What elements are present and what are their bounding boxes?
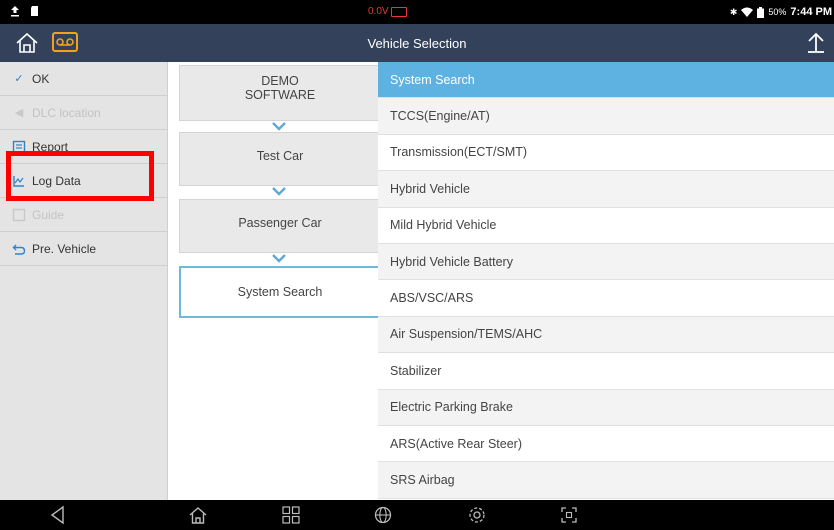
- menu-item-label: OK: [32, 71, 50, 86]
- highlight-box: [6, 151, 154, 201]
- breadcrumb-item-test-car[interactable]: Test Car: [179, 132, 381, 186]
- list-item[interactable]: Hybrid Vehicle: [378, 171, 834, 208]
- system-list: System Search TCCS(Engine/AT) Transmissi…: [378, 62, 834, 500]
- car-battery-icon: [390, 6, 407, 17]
- left-menu: ✓ OK ◀ DLC location Report Log Data Guid…: [0, 62, 168, 500]
- apps-grid-icon[interactable]: [281, 505, 301, 525]
- chevron-down-icon: [272, 254, 286, 263]
- list-item[interactable]: SRS Airbag: [378, 462, 834, 499]
- page-title: Vehicle Selection: [367, 36, 467, 51]
- bluetooth-icon: ✱: [729, 6, 738, 17]
- voltage-readout: 0.0V: [368, 6, 389, 17]
- breadcrumb-item-passenger-car[interactable]: Passenger Car: [179, 199, 381, 253]
- list-item[interactable]: ABS/VSC/ARS: [378, 280, 834, 317]
- breadcrumb: DEMO SOFTWARE Test Car Passenger Car Sys…: [168, 62, 381, 500]
- menu-item-label: DLC location: [32, 105, 101, 120]
- menu-item-label: Guide: [32, 207, 65, 222]
- status-bar: 0.0V ✱ 50% 7:44 PM: [0, 0, 834, 24]
- menu-item-pre-vehicle[interactable]: Pre. Vehicle: [0, 232, 167, 266]
- settings-gear-icon[interactable]: [467, 505, 487, 525]
- guide-icon: [12, 208, 26, 221]
- home-icon[interactable]: [188, 505, 208, 525]
- back-icon[interactable]: [48, 505, 68, 525]
- globe-icon[interactable]: [373, 505, 393, 525]
- upload-icon[interactable]: [804, 30, 828, 56]
- upload-notification-icon: [11, 6, 19, 17]
- clock: 7:44 PM: [790, 6, 832, 18]
- list-item[interactable]: System Search: [378, 62, 834, 99]
- wifi-icon: [741, 7, 754, 17]
- title-bar: Vehicle Selection: [0, 24, 834, 62]
- list-item[interactable]: ARS(Active Rear Steer): [378, 426, 834, 463]
- check-icon: ✓: [14, 73, 24, 85]
- list-item[interactable]: Transmission(ECT/SMT): [378, 135, 834, 172]
- navigation-bar: [0, 500, 834, 530]
- list-item[interactable]: Mild Hybrid Vehicle: [378, 208, 834, 244]
- list-item[interactable]: Stabilizer: [378, 353, 834, 390]
- breadcrumb-item-system-search[interactable]: System Search: [179, 266, 381, 318]
- menu-item-dlc-location: ◀ DLC location: [0, 96, 167, 130]
- list-item[interactable]: Hybrid Vehicle Battery: [378, 243, 834, 281]
- list-item[interactable]: Air Suspension/TEMS/AHC: [378, 316, 834, 354]
- list-item[interactable]: TCCS(Engine/AT): [378, 98, 834, 135]
- chevron-down-icon: [272, 187, 286, 196]
- screen-capture-icon[interactable]: [559, 505, 579, 525]
- menu-item-ok[interactable]: ✓ OK: [0, 62, 167, 96]
- list-item[interactable]: Electric Parking Brake: [378, 389, 834, 426]
- breadcrumb-item-demo-software[interactable]: DEMO SOFTWARE: [179, 65, 381, 121]
- menu-item-guide: Guide: [0, 198, 167, 232]
- back-arrow-icon: [12, 244, 26, 255]
- sd-card-icon: [31, 6, 38, 16]
- menu-item-label: Pre. Vehicle: [32, 241, 97, 256]
- chevron-down-icon: [272, 122, 286, 131]
- dlc-icon: ◀: [14, 107, 24, 119]
- battery-icon: [757, 6, 765, 18]
- battery-percent: 50%: [768, 7, 787, 17]
